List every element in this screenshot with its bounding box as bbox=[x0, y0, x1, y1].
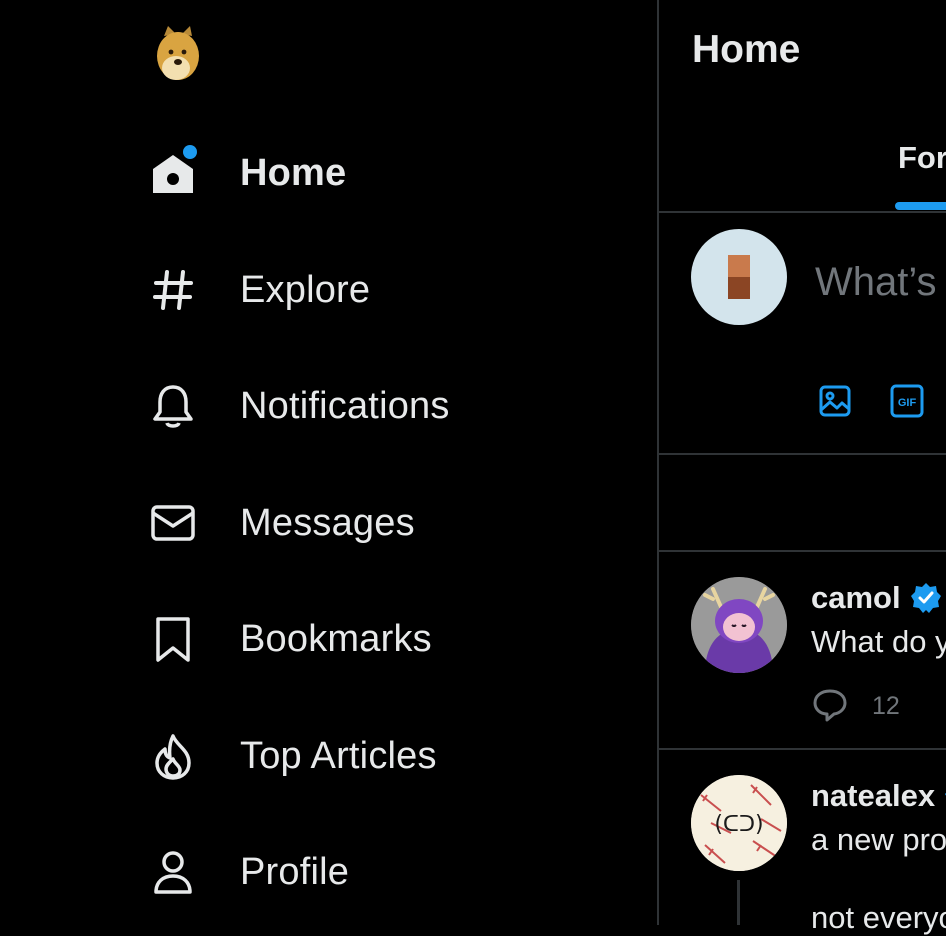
person-icon bbox=[146, 845, 200, 899]
sidebar-item-label: Messages bbox=[240, 501, 415, 544]
compose-input[interactable]: What’s bbox=[815, 260, 937, 305]
tweet-author[interactable]: natealex bbox=[811, 778, 946, 814]
doge-logo[interactable] bbox=[154, 26, 202, 84]
image-icon[interactable] bbox=[818, 384, 852, 418]
sidebar-item-home[interactable]: Home bbox=[146, 141, 346, 205]
sidebar-item-label: Bookmarks bbox=[240, 617, 432, 660]
sidebar-item-profile[interactable]: Profile bbox=[146, 840, 349, 904]
sidebar-item-explore[interactable]: Explore bbox=[146, 258, 370, 322]
tweet-avatar[interactable] bbox=[691, 577, 787, 673]
reply-count: 12 bbox=[872, 692, 900, 720]
active-tab-indicator bbox=[895, 202, 946, 210]
author-name: natealex bbox=[811, 778, 936, 813]
page-title: Home bbox=[692, 28, 801, 71]
sidebar-item-label: Notifications bbox=[240, 384, 450, 427]
tweet-avatar[interactable]: (ᑕᑐ) bbox=[691, 775, 787, 871]
sidebar-item-label: Profile bbox=[240, 850, 350, 893]
tweet-text: not everyo bbox=[811, 900, 946, 935]
bell-icon bbox=[146, 379, 200, 433]
tweet-divider bbox=[659, 748, 946, 750]
gif-icon[interactable]: GIF bbox=[890, 384, 924, 418]
sidebar-item-label: Top Articles bbox=[240, 734, 437, 777]
feed-divider bbox=[659, 550, 946, 552]
sidebar-item-top-articles[interactable]: Top Articles bbox=[146, 724, 437, 788]
thread-line bbox=[737, 880, 740, 925]
tweet-author[interactable]: camol bbox=[811, 580, 942, 616]
sidebar-item-label: Explore bbox=[240, 268, 371, 311]
notification-dot bbox=[183, 145, 197, 159]
column-divider bbox=[657, 0, 659, 925]
sidebar-item-notifications[interactable]: Notifications bbox=[146, 374, 450, 438]
home-icon bbox=[146, 145, 200, 200]
verified-badge-icon bbox=[910, 582, 942, 614]
envelope-icon bbox=[146, 496, 200, 550]
compose-divider bbox=[659, 453, 946, 455]
reply-icon[interactable] bbox=[812, 687, 848, 723]
tweet-text: What do y bbox=[811, 624, 946, 659]
bookmark-icon bbox=[146, 612, 200, 666]
tweet-text: a new proj bbox=[811, 822, 946, 857]
flame-icon bbox=[146, 729, 200, 783]
svg-text:(ᑕᑐ): (ᑕᑐ) bbox=[714, 812, 763, 837]
svg-text:GIF: GIF bbox=[898, 397, 917, 409]
header-divider bbox=[659, 211, 946, 213]
user-avatar[interactable] bbox=[691, 229, 787, 325]
sidebar-item-label: Home bbox=[240, 151, 347, 194]
hashtag-icon bbox=[146, 263, 200, 317]
sidebar-item-bookmarks[interactable]: Bookmarks bbox=[146, 607, 432, 671]
author-name: camol bbox=[811, 580, 901, 615]
tab-for-you[interactable]: For bbox=[898, 140, 946, 176]
sidebar-item-messages[interactable]: Messages bbox=[146, 491, 415, 555]
